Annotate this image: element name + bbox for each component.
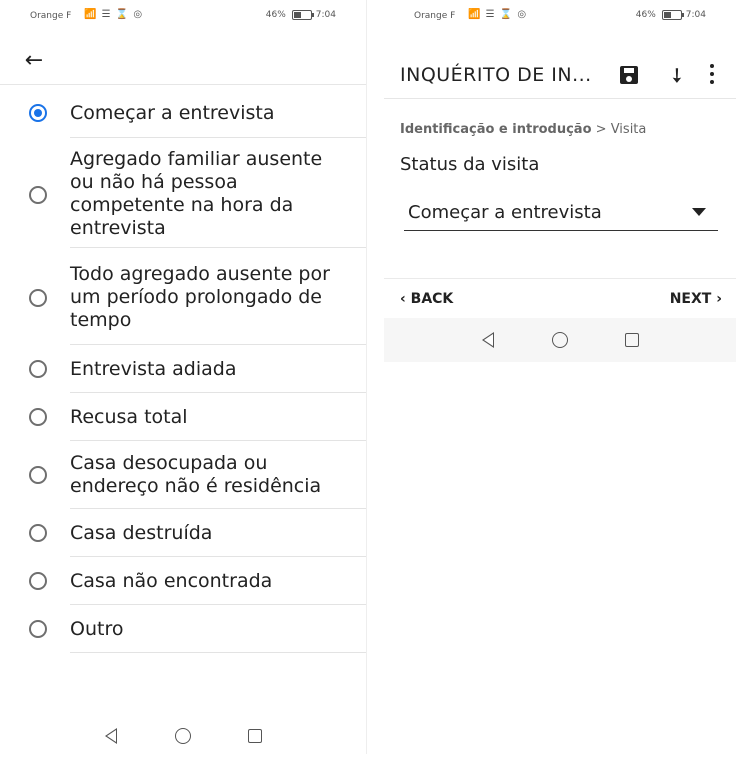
form-nav-row: ‹ BACK NEXT ›: [384, 278, 736, 319]
question-label: Status da visita: [400, 154, 540, 175]
radio-button[interactable]: [29, 466, 47, 484]
triangle-back-icon[interactable]: [101, 726, 121, 746]
radio-option-label: Casa desocupada ou endereço não é residê…: [70, 452, 322, 497]
radio-option[interactable]: Casa desocupada ou endereço não é residê…: [0, 440, 366, 508]
header-divider: [0, 84, 366, 85]
breadcrumb-section: Identificação e introdução: [400, 122, 592, 137]
arrow-left-icon[interactable]: ←: [18, 44, 50, 76]
triangle-back-icon[interactable]: [478, 330, 498, 350]
battery-percent: 46%: [635, 10, 656, 20]
circle-home-icon[interactable]: [173, 726, 193, 746]
jump-icon[interactable]: ➘: [663, 61, 692, 90]
battery-percent: 46%: [265, 10, 286, 20]
chevron-right-icon: ›: [716, 291, 722, 307]
radio-button[interactable]: [29, 289, 47, 307]
radio-button[interactable]: [29, 186, 47, 204]
radio-option[interactable]: Agregado familiar ausente ou não há pess…: [0, 138, 366, 247]
radio-button[interactable]: [29, 524, 47, 542]
radio-option-label: Entrevista adiada: [70, 358, 237, 380]
option-divider: [70, 652, 366, 653]
system-nav-bar: [384, 318, 736, 362]
radio-option-label: Agregado familiar ausente ou não há pess…: [70, 148, 323, 239]
save-icon[interactable]: [620, 66, 638, 84]
breadcrumb-page: Visita: [610, 122, 647, 137]
battery-icon: [291, 10, 314, 20]
radio-option-label: Casa não encontrada: [70, 570, 273, 592]
next-button-label: NEXT: [669, 291, 712, 307]
square-recent-icon[interactable]: [622, 330, 642, 350]
radio-option-label: Recusa total: [70, 406, 188, 428]
back-button[interactable]: ‹ BACK: [400, 291, 453, 307]
radio-button-selected[interactable]: [29, 104, 47, 122]
app-title: INQUÉRITO DE IN...: [400, 64, 592, 86]
radio-option-label: Casa destruída: [70, 522, 213, 544]
breadcrumb: Identificação e introdução > Visita: [400, 122, 646, 137]
select-value: Começar a entrevista: [408, 202, 602, 223]
system-nav-bar: [0, 714, 366, 758]
more-vert-icon[interactable]: [710, 64, 714, 84]
status-bar: Orange F 📶 ☰ ⌛ ◎ 46% 7:04: [384, 0, 736, 32]
radio-button[interactable]: [29, 620, 47, 638]
status-right: 46% 7:04: [266, 10, 336, 20]
radio-option-label: Começar a entrevista: [70, 102, 275, 124]
back-button-label: BACK: [410, 291, 454, 307]
radio-option-label: Todo agregado ausente por um período pro…: [70, 263, 330, 331]
battery-icon: [661, 10, 684, 20]
radio-option[interactable]: Casa não encontrada: [0, 556, 366, 604]
left-screen: Orange F 📶 ☰ ⌛ ◎ 46% 7:04 ← Começar a en…: [0, 0, 367, 754]
radio-option[interactable]: Outro: [0, 604, 366, 652]
signal-icons: 📶 ☰ ⌛ ◎: [84, 9, 144, 20]
radio-option[interactable]: Começar a entrevista: [0, 90, 366, 138]
radio-option[interactable]: Recusa total: [0, 392, 366, 440]
breadcrumb-separator: >: [595, 122, 607, 137]
radio-option-label: Outro: [70, 618, 124, 640]
carrier-label: Orange F: [30, 11, 72, 21]
clock: 7:04: [315, 10, 336, 20]
chevron-left-icon: ‹: [400, 291, 406, 307]
clock: 7:04: [685, 10, 706, 20]
radio-button[interactable]: [29, 572, 47, 590]
status-bar: Orange F 📶 ☰ ⌛ ◎ 46% 7:04: [0, 0, 366, 32]
dropdown-caret-icon: [692, 208, 706, 216]
status-select[interactable]: Começar a entrevista: [404, 198, 718, 231]
app-bar: INQUÉRITO DE IN... ➘: [384, 54, 736, 99]
radio-button[interactable]: [29, 408, 47, 426]
radio-option[interactable]: Todo agregado ausente por um período pro…: [0, 247, 366, 343]
status-right: 46% 7:04: [636, 10, 706, 20]
radio-button[interactable]: [29, 360, 47, 378]
next-button[interactable]: NEXT ›: [670, 291, 722, 307]
carrier-label: Orange F: [414, 11, 456, 21]
signal-icons: 📶 ☰ ⌛ ◎: [468, 9, 528, 20]
circle-home-icon[interactable]: [550, 330, 570, 350]
radio-option[interactable]: Entrevista adiada: [0, 344, 366, 392]
square-recent-icon[interactable]: [245, 726, 265, 746]
right-screen: Orange F 📶 ☰ ⌛ ◎ 46% 7:04 INQUÉRITO DE I…: [384, 0, 736, 754]
radio-option[interactable]: Casa destruída: [0, 508, 366, 556]
